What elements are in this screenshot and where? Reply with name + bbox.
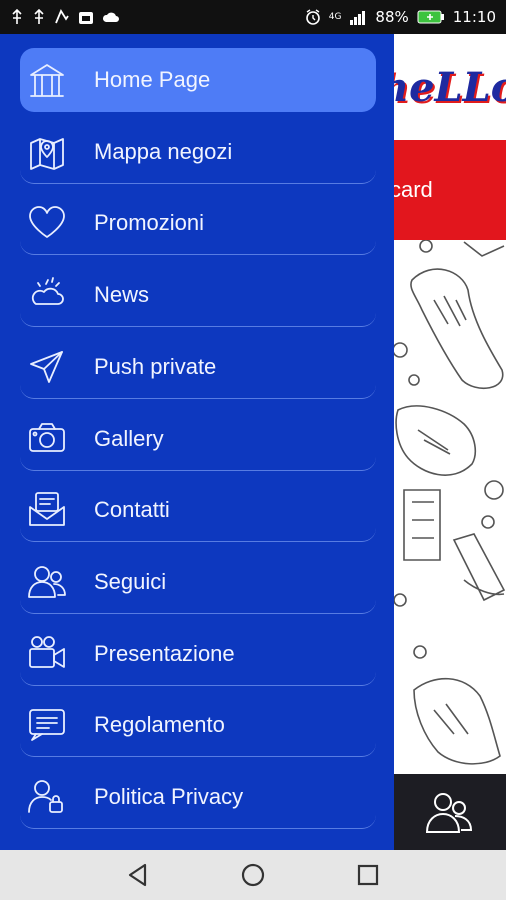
recents-icon[interactable] — [355, 862, 381, 888]
mail-icon — [26, 489, 68, 531]
app-logo: heLLo — [380, 34, 506, 140]
menu-item-label: Push private — [94, 353, 217, 379]
menu-item-label: Gallery — [94, 425, 164, 451]
message-icon — [26, 704, 68, 746]
battery-percent: 88% — [375, 8, 409, 26]
menu-item-label: Seguici — [94, 568, 167, 594]
cloud-icon — [102, 12, 119, 22]
menu-item-label: Regolamento — [94, 711, 225, 737]
menu-item-politica-privacy[interactable]: Politica Privacy — [20, 765, 376, 829]
map-icon — [26, 131, 68, 173]
app-notification-icon — [55, 9, 69, 24]
menu-item-push-private[interactable]: Push private — [20, 335, 376, 399]
menu-item-label: Promozioni — [94, 209, 205, 235]
usb-icon — [34, 9, 44, 24]
menu-item-mappa-negozi[interactable]: Mappa negozi — [20, 120, 376, 184]
menu-item-presentazione[interactable]: Presentazione — [20, 622, 376, 686]
menu-item-label: Home Page — [94, 67, 211, 92]
notification-icons — [10, 9, 120, 25]
menu-item-label: Mappa negozi — [94, 138, 233, 164]
menu-item-contatti[interactable]: Contatti — [20, 478, 376, 542]
status-indicators: 4G 88% 11:10 — [305, 8, 496, 26]
menu-item-regolamento[interactable]: Regolamento — [20, 693, 376, 757]
alarm-icon — [305, 9, 320, 25]
battery-icon — [417, 10, 444, 24]
menu-item-promozioni[interactable]: Promozioni — [20, 191, 376, 255]
menu-item-news[interactable]: News — [20, 263, 376, 327]
menu-item-label: Presentazione — [94, 640, 235, 666]
users-icon[interactable] — [425, 790, 475, 834]
menu-item-label: Politica Privacy — [94, 783, 244, 809]
menu-item-label: News — [94, 281, 150, 307]
navigation-drawer: Home Page Mappa negozi Promozioni News Push … — [0, 34, 394, 850]
system-navigation-bar — [0, 850, 506, 900]
home-icon — [26, 59, 68, 101]
bottom-bar — [394, 774, 506, 850]
signal-label: 4G — [328, 12, 342, 22]
food-pattern-illustration — [392, 239, 506, 772]
camera-icon — [26, 418, 68, 460]
clock: 11:10 — [452, 8, 496, 26]
back-icon[interactable] — [125, 862, 151, 888]
menu-item-gallery[interactable]: Gallery — [20, 407, 376, 471]
send-icon — [26, 346, 68, 388]
home-button-icon[interactable] — [240, 862, 266, 888]
card-banner[interactable]: card — [390, 140, 506, 240]
signal-icon — [350, 11, 366, 25]
background-app: heLLo card — [380, 34, 506, 850]
usb-icon — [12, 9, 22, 24]
status-bar: 4G 88% 11:10 — [0, 0, 506, 34]
food-doodle-image — [392, 239, 506, 765]
calendar-icon — [79, 12, 93, 24]
video-camera-icon — [26, 633, 68, 675]
users-icon — [26, 561, 68, 603]
user-lock-icon — [26, 776, 68, 818]
heart-icon — [26, 202, 68, 244]
card-banner-text: card — [390, 177, 433, 202]
weather-icon — [26, 274, 68, 316]
app-logo-text: heLLo — [380, 63, 506, 111]
menu-item-label: Contatti — [94, 496, 170, 522]
menu-item-seguici[interactable]: Seguici — [20, 550, 376, 614]
menu-item-home-page[interactable]: Home Page — [20, 48, 376, 112]
